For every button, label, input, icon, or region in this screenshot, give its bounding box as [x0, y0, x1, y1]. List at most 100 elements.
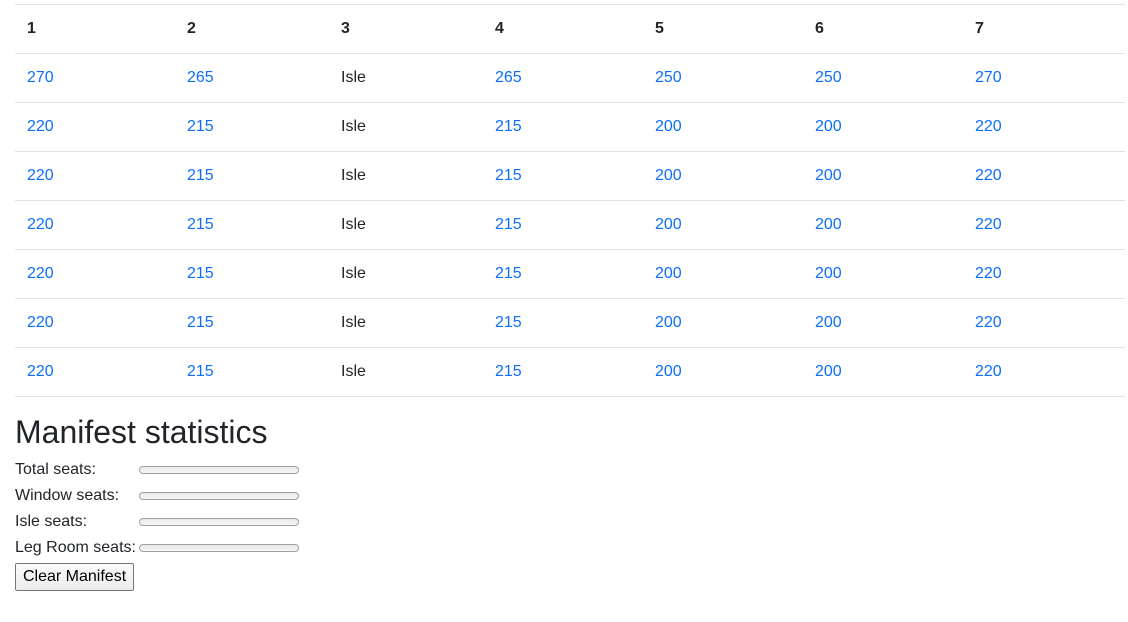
aisle-label: Isle — [341, 363, 366, 380]
seat-cell: 220 — [963, 151, 1125, 201]
seat-cell: 215 — [483, 102, 643, 152]
seat-cell: 215 — [483, 249, 643, 299]
seat-price-link[interactable]: 220 — [27, 118, 54, 135]
seat-cell: 215 — [175, 200, 329, 250]
table-row: 220 215 Isle 215 200 200 220 — [15, 200, 1125, 250]
column-header: 6 — [803, 4, 963, 54]
seat-cell: 220 — [15, 102, 175, 152]
stat-meter — [139, 518, 299, 526]
seat-price-link[interactable]: 220 — [975, 216, 1002, 233]
seat-price-link[interactable]: 215 — [495, 167, 522, 184]
seat-price-link[interactable]: 215 — [495, 314, 522, 331]
seat-price-link[interactable]: 220 — [27, 363, 54, 380]
seat-price-link[interactable]: 215 — [187, 363, 214, 380]
seat-cell: 200 — [643, 249, 803, 299]
seat-price-link[interactable]: 200 — [815, 314, 842, 331]
aisle-cell: Isle — [329, 102, 483, 152]
table-row: 220 215 Isle 215 200 200 220 — [15, 249, 1125, 299]
column-header: 2 — [175, 4, 329, 54]
seat-price-link[interactable]: 220 — [975, 167, 1002, 184]
seat-cell: 215 — [483, 200, 643, 250]
stat-window-seats: Window seats: — [15, 485, 299, 507]
seat-price-link[interactable]: 265 — [495, 69, 522, 86]
seat-cell: 220 — [963, 347, 1125, 397]
seat-price-link[interactable]: 215 — [495, 363, 522, 380]
seat-price-link[interactable]: 215 — [495, 265, 522, 282]
aisle-label: Isle — [341, 216, 366, 233]
seat-cell: 220 — [963, 102, 1125, 152]
seat-price-link[interactable]: 220 — [975, 363, 1002, 380]
aisle-cell: Isle — [329, 249, 483, 299]
seat-price-link[interactable]: 200 — [655, 167, 682, 184]
seat-price-link[interactable]: 200 — [815, 167, 842, 184]
column-header: 1 — [15, 4, 175, 54]
stat-leg-room-seats: Leg Room seats: — [15, 537, 299, 559]
seat-price-link[interactable]: 270 — [975, 69, 1002, 86]
seat-price-link[interactable]: 215 — [187, 118, 214, 135]
seat-price-link[interactable]: 200 — [655, 216, 682, 233]
seat-cell: 250 — [643, 53, 803, 103]
seat-price-link[interactable]: 200 — [655, 118, 682, 135]
seat-cell: 200 — [803, 200, 963, 250]
seat-cell: 200 — [643, 200, 803, 250]
seat-price-link[interactable]: 215 — [495, 216, 522, 233]
table-row: 220 215 Isle 215 200 200 220 — [15, 151, 1125, 201]
seat-cell: 220 — [15, 298, 175, 348]
seat-cell: 200 — [803, 298, 963, 348]
seat-price-link[interactable]: 215 — [495, 118, 522, 135]
table-header-row: 1 2 3 4 5 6 7 — [15, 4, 1125, 54]
stat-isle-seats: Isle seats: — [15, 511, 299, 533]
stats-title: Manifest statistics — [15, 414, 268, 450]
column-header: 3 — [329, 4, 483, 54]
seat-price-link[interactable]: 270 — [27, 69, 54, 86]
seat-price-link[interactable]: 220 — [27, 216, 54, 233]
seat-cell: 200 — [643, 298, 803, 348]
seat-price-link[interactable]: 220 — [975, 314, 1002, 331]
seat-price-link[interactable]: 220 — [27, 167, 54, 184]
seat-cell: 220 — [963, 249, 1125, 299]
seat-rows: 270 265 Isle 265 250 250 270 220 215 Isle 215 200 20… — [15, 53, 1125, 397]
aisle-cell: Isle — [329, 53, 483, 103]
seat-price-link[interactable]: 250 — [655, 69, 682, 86]
stat-label: Isle seats: — [15, 513, 88, 530]
seat-cell: 200 — [803, 151, 963, 201]
seat-cell: 220 — [963, 200, 1125, 250]
seat-price-link[interactable]: 220 — [975, 118, 1002, 135]
seat-price-link[interactable]: 200 — [655, 363, 682, 380]
seat-cell: 200 — [643, 102, 803, 152]
seat-price-link[interactable]: 200 — [655, 314, 682, 331]
table-row: 270 265 Isle 265 250 250 270 — [15, 53, 1125, 103]
seat-cell: 215 — [483, 347, 643, 397]
stat-meter — [139, 492, 299, 500]
seat-cell: 220 — [963, 298, 1125, 348]
seat-map-table: 1 2 3 4 5 6 7 270 265 Isle 265 250 250 270 220 2… — [15, 4, 1125, 397]
seat-cell: 270 — [15, 53, 175, 103]
seat-price-link[interactable]: 215 — [187, 265, 214, 282]
clear-manifest-button[interactable]: Clear Manifest — [15, 563, 135, 591]
seat-cell: 265 — [175, 53, 329, 103]
seat-price-link[interactable]: 220 — [27, 314, 54, 331]
seat-price-link[interactable]: 200 — [655, 265, 682, 282]
seat-price-link[interactable]: 200 — [815, 118, 842, 135]
column-header: 4 — [483, 4, 643, 54]
seat-price-link[interactable]: 215 — [187, 216, 214, 233]
seat-price-link[interactable]: 265 — [187, 69, 214, 86]
seat-cell: 200 — [803, 249, 963, 299]
seat-cell: 215 — [175, 249, 329, 299]
stat-total-seats: Total seats: — [15, 459, 299, 481]
seat-price-link[interactable]: 200 — [815, 363, 842, 380]
stat-meter — [139, 544, 299, 552]
seat-price-link[interactable]: 220 — [975, 265, 1002, 282]
seat-price-link[interactable]: 215 — [187, 314, 214, 331]
column-header: 7 — [963, 4, 1125, 54]
aisle-label: Isle — [341, 69, 366, 86]
seat-price-link[interactable]: 200 — [815, 216, 842, 233]
page: 1 2 3 4 5 6 7 270 265 Isle 265 250 250 270 220 2… — [0, 0, 1128, 622]
seat-price-link[interactable]: 200 — [815, 265, 842, 282]
seat-price-link[interactable]: 250 — [815, 69, 842, 86]
aisle-label: Isle — [341, 167, 366, 184]
seat-cell: 215 — [175, 102, 329, 152]
seat-price-link[interactable]: 220 — [27, 265, 54, 282]
column-header: 5 — [643, 4, 803, 54]
seat-price-link[interactable]: 215 — [187, 167, 214, 184]
